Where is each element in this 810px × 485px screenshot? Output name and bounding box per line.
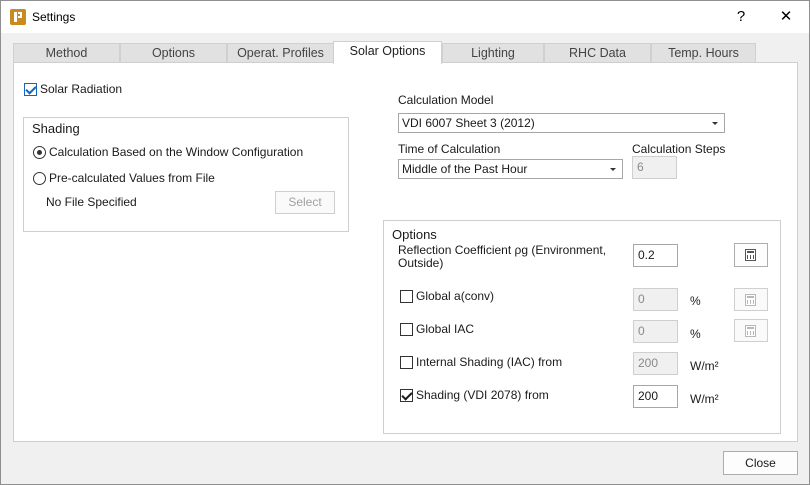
global-aconv-input[interactable]: 0 — [633, 288, 678, 311]
calc-steps-input[interactable]: 6 — [632, 156, 677, 179]
shading-vdi-checkbox[interactable] — [400, 389, 413, 402]
shading-group: Shading Calculation Based on the Window … — [23, 117, 349, 232]
tab-options[interactable]: Options — [120, 43, 227, 63]
tab-temp-hours[interactable]: Temp. Hours — [651, 43, 756, 63]
global-iac-input[interactable]: 0 — [633, 320, 678, 343]
calc-window-config-radio[interactable] — [33, 146, 46, 159]
time-calc-select[interactable]: Middle of the Past Hour — [398, 159, 623, 179]
internal-shading-label: Internal Shading (IAC) from — [416, 355, 563, 369]
internal-shading-checkbox[interactable] — [400, 356, 413, 369]
tab-operat-profiles[interactable]: Operat. Profiles — [227, 43, 334, 63]
tab-lighting[interactable]: Lighting — [442, 43, 544, 63]
options-group: Options Reflection Coefficient ρg (Envir… — [383, 220, 781, 434]
shading-vdi-input[interactable]: 200 — [633, 385, 678, 408]
calc-steps-label: Calculation Steps — [632, 142, 726, 156]
close-window-button[interactable]: ✕ — [764, 1, 808, 33]
calculator-icon — [745, 294, 756, 306]
precalc-file-radio[interactable] — [33, 172, 46, 185]
global-aconv-calc-button[interactable] — [734, 288, 768, 311]
close-button[interactable]: Close — [723, 451, 798, 475]
select-file-button[interactable]: Select — [275, 191, 335, 214]
shading-group-title: Shading — [32, 121, 80, 136]
precalc-file-label: Pre-calculated Values from File — [49, 171, 215, 185]
calculator-icon — [745, 249, 756, 261]
shading-vdi-unit: W/m² — [690, 392, 719, 406]
settings-dialog: Settings ? ✕ Method Options Operat. Prof… — [0, 0, 810, 485]
global-iac-label: Global IAC — [416, 322, 475, 336]
reflection-input[interactable]: 0.2 — [633, 244, 678, 267]
global-aconv-unit: % — [690, 294, 701, 308]
calc-model-select[interactable]: VDI 6007 Sheet 3 (2012) — [398, 113, 725, 133]
time-calc-label: Time of Calculation — [398, 142, 501, 156]
global-aconv-label: Global a(conv) — [416, 289, 495, 303]
close-icon: ✕ — [779, 8, 793, 25]
help-button[interactable]: ? — [719, 1, 763, 33]
time-calc-value: Middle of the Past Hour — [402, 162, 528, 176]
tab-method[interactable]: Method — [13, 43, 120, 63]
global-aconv-checkbox[interactable] — [400, 290, 413, 303]
global-iac-checkbox[interactable] — [400, 323, 413, 336]
chevron-down-icon — [610, 168, 616, 171]
reflection-calc-button[interactable] — [734, 243, 768, 267]
title-bar: Settings ? ✕ — [1, 1, 809, 33]
internal-shading-unit: W/m² — [690, 359, 719, 373]
chevron-down-icon — [712, 122, 718, 125]
solar-radiation-checkbox[interactable] — [24, 83, 37, 96]
app-logo-icon — [10, 9, 26, 25]
calc-window-config-label: Calculation Based on the Window Configur… — [49, 145, 304, 159]
file-status-text: No File Specified — [46, 195, 137, 209]
global-iac-calc-button[interactable] — [734, 319, 768, 342]
shading-vdi-label: Shading (VDI 2078) from — [416, 388, 549, 402]
solar-radiation-label: Solar Radiation — [40, 82, 123, 96]
options-group-title: Options — [392, 227, 437, 242]
global-iac-unit: % — [690, 327, 701, 341]
tab-rhc-data[interactable]: RHC Data — [544, 43, 651, 63]
window-title: Settings — [32, 10, 76, 24]
internal-shading-input[interactable]: 200 — [633, 352, 678, 375]
tab-solar-options[interactable]: Solar Options — [333, 41, 442, 64]
calc-model-value: VDI 6007 Sheet 3 (2012) — [402, 116, 535, 130]
calc-model-label: Calculation Model — [398, 93, 494, 107]
reflection-label: Reflection Coefficient ρg (Environment, … — [398, 243, 607, 270]
solar-options-panel: Solar Radiation Shading Calculation Base… — [13, 62, 798, 442]
calculator-icon — [745, 325, 756, 337]
